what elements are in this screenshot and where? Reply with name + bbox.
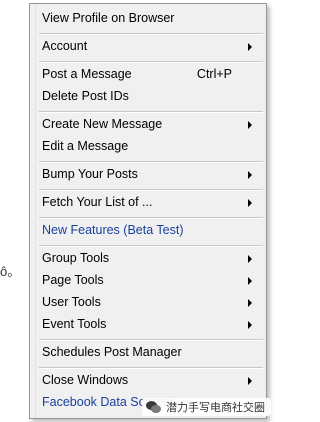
menu-item-label: Fetch Your List of ... [42, 195, 153, 209]
submenu-arrow-icon [248, 171, 252, 179]
menu-item-view-profile[interactable]: View Profile on Browser [30, 9, 266, 29]
menu-item-shortcut: Ctrl+P [196, 67, 232, 81]
menu-item-label: User Tools [42, 295, 101, 309]
menu-item-label: Account [42, 39, 88, 53]
submenu-arrow-icon [248, 43, 252, 51]
wechat-icon [146, 400, 162, 414]
submenu-arrow-icon [248, 121, 252, 129]
menu-item-user-tools[interactable]: User Tools [30, 293, 266, 313]
menu-item-label: Group Tools [42, 251, 110, 265]
menu-separator [39, 189, 263, 191]
menu-item-bump-posts[interactable]: Bump Your Posts [30, 165, 266, 185]
submenu-arrow-icon [248, 199, 252, 207]
menu-item-label: Delete Post IDs [42, 89, 129, 103]
menu-item-event-tools[interactable]: Event Tools [30, 315, 266, 335]
menu-item-schedules-post-manager[interactable]: Schedules Post Manager [30, 343, 266, 363]
menu-item-label: New Features (Beta Test) [42, 223, 184, 237]
context-menu: View Profile on Browser Account Post a M… [29, 3, 267, 419]
watermark-badge: 潜力手写电商社交圈 [142, 398, 271, 416]
menu-item-label: Page Tools [42, 273, 104, 287]
menu-separator [39, 111, 263, 113]
submenu-arrow-icon [248, 277, 252, 285]
menu-separator [39, 339, 263, 341]
menu-item-edit-message[interactable]: Edit a Message [30, 137, 266, 157]
menu-item-label: Event Tools [42, 317, 107, 331]
menu-item-account[interactable]: Account [30, 37, 266, 57]
menu-item-close-windows[interactable]: Close Windows [30, 371, 266, 391]
menu-item-page-tools[interactable]: Page Tools [30, 271, 266, 291]
submenu-arrow-icon [248, 299, 252, 307]
menu-separator [39, 217, 263, 219]
menu-item-post-message[interactable]: Post a Message Ctrl+P [30, 65, 266, 85]
submenu-arrow-icon [248, 377, 252, 385]
menu-separator [39, 245, 263, 247]
menu-item-new-features[interactable]: New Features (Beta Test) [30, 221, 266, 241]
menu-item-group-tools[interactable]: Group Tools [30, 249, 266, 269]
menu-item-label: Close Windows [42, 373, 129, 387]
menu-separator [39, 33, 263, 35]
menu-item-create-new-message[interactable]: Create New Message [30, 115, 266, 135]
menu-item-label: View Profile on Browser [42, 11, 175, 25]
menu-separator [39, 61, 263, 63]
submenu-arrow-icon [248, 321, 252, 329]
menu-item-label: Post a Message [42, 67, 132, 81]
background-text-fragment: ô。 [0, 264, 21, 279]
menu-separator [39, 161, 263, 163]
menu-item-label: Bump Your Posts [42, 167, 138, 181]
menu-item-label: Schedules Post Manager [42, 345, 182, 359]
menu-item-label: Create New Message [42, 117, 163, 131]
menu-separator [39, 367, 263, 369]
menu-item-label: Edit a Message [42, 139, 129, 153]
watermark-badge-text: 潜力手写电商社交圈 [166, 402, 265, 414]
menu-item-delete-post-ids[interactable]: Delete Post IDs [30, 87, 266, 107]
menu-item-fetch-list[interactable]: Fetch Your List of ... [30, 193, 266, 213]
submenu-arrow-icon [248, 255, 252, 263]
